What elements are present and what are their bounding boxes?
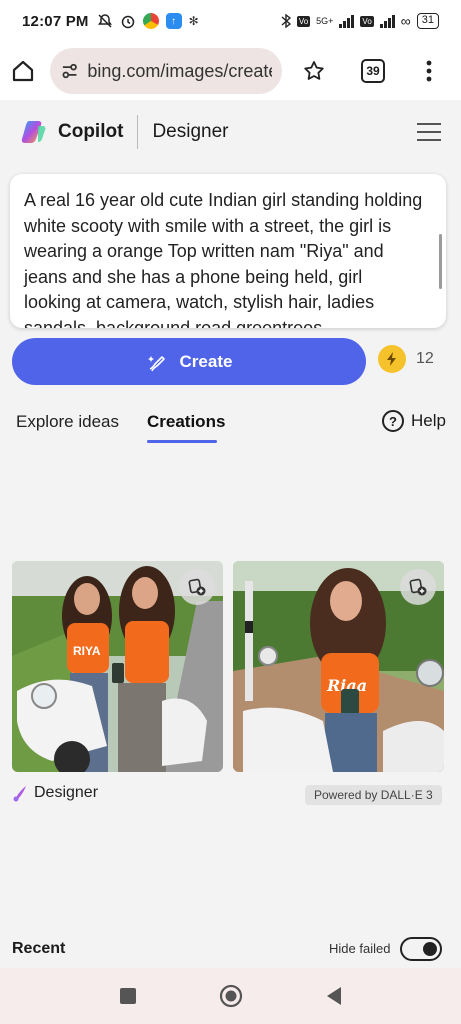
home-icon[interactable] — [10, 58, 36, 84]
prompt-scrollbar[interactable] — [439, 234, 442, 289]
create-sparkle-icon — [147, 355, 165, 371]
upload-app-icon: ↑ — [165, 13, 182, 29]
image-1-shirt-text: RIYA — [73, 644, 101, 658]
snowflake-icon: ✻ — [188, 14, 199, 28]
help-icon: ? — [382, 410, 404, 432]
bookmark-star-icon[interactable] — [302, 59, 326, 83]
generated-image-1[interactable]: RIYA — [12, 561, 223, 772]
powered-by-badge: Powered by DALL·E 3 — [305, 785, 442, 805]
site-settings-icon[interactable] — [60, 61, 79, 81]
alarm-icon — [121, 15, 134, 29]
generated-image-2[interactable]: Riaa — [233, 561, 444, 772]
header-divider — [137, 115, 139, 149]
tab-bar: Explore ideas Creations ? Help — [0, 404, 461, 448]
boost-counter[interactable]: 12 — [378, 345, 434, 373]
help-button[interactable]: ? Help — [382, 410, 446, 432]
app-header: Copilot Designer — [0, 100, 461, 164]
more-menu-icon[interactable] — [426, 60, 432, 82]
product-name[interactable]: Designer — [152, 121, 228, 143]
system-nav-bar — [0, 968, 461, 1024]
tab-creations[interactable]: Creations — [147, 412, 225, 432]
copilot-logo-icon[interactable] — [20, 118, 48, 146]
designer-logo-icon — [13, 786, 26, 802]
designer-attribution[interactable]: Designer — [12, 784, 98, 802]
status-notification-icons: ↑ ✻ — [97, 13, 199, 29]
status-system-icons: Vo 5G+ Vo ∞ 31 — [281, 13, 439, 29]
help-label: Help — [411, 411, 446, 430]
browser-toolbar: bing.com/images/create 39 — [0, 42, 461, 100]
home-circle-icon[interactable] — [219, 984, 243, 1008]
active-tab-indicator — [147, 440, 217, 443]
save-to-collection-icon[interactable] — [179, 569, 215, 605]
tab-explore-ideas[interactable]: Explore ideas — [16, 412, 119, 432]
hotspot-icon: ∞ — [400, 13, 411, 29]
address-bar[interactable]: bing.com/images/create — [50, 48, 282, 94]
muted-bell-icon — [97, 14, 112, 28]
create-button-label: Create — [179, 351, 233, 371]
create-button[interactable]: Create — [12, 338, 366, 385]
status-time: 12:07 PM — [22, 12, 89, 30]
battery-icon: 31 — [416, 13, 439, 29]
prompt-textarea[interactable]: A real 16 year old cute Indian girl stan… — [10, 174, 446, 328]
boost-bolt-icon — [378, 345, 406, 373]
signal-icon-2 — [379, 14, 395, 28]
prompt-text: A real 16 year old cute Indian girl stan… — [24, 190, 423, 328]
tab-switcher-button[interactable]: 39 — [361, 59, 385, 83]
recents-square-icon[interactable] — [119, 987, 137, 1005]
status-bar: 12:07 PM ↑ ✻ Vo 5G+ Vo ∞ 31 — [0, 0, 461, 42]
toggle-knob — [423, 942, 437, 956]
url-text: bing.com/images/create — [87, 60, 272, 81]
hide-failed-toggle[interactable] — [400, 937, 442, 961]
save-to-collection-icon[interactable] — [400, 569, 436, 605]
recent-heading: Recent — [12, 940, 66, 957]
boost-count: 12 — [416, 350, 434, 367]
volte-icon-2: Vo — [360, 15, 374, 27]
brand-name[interactable]: Copilot — [58, 121, 123, 143]
bluetooth-icon — [281, 13, 291, 29]
chrome-icon — [142, 13, 159, 29]
volte-icon: Vo — [296, 15, 311, 27]
hamburger-menu-icon[interactable] — [417, 123, 441, 141]
network-type: 5G+ — [316, 16, 334, 26]
designer-label: Designer — [34, 784, 99, 801]
hide-failed-label: Hide failed — [329, 941, 391, 956]
back-triangle-icon[interactable] — [325, 986, 343, 1006]
signal-icon — [339, 14, 355, 28]
